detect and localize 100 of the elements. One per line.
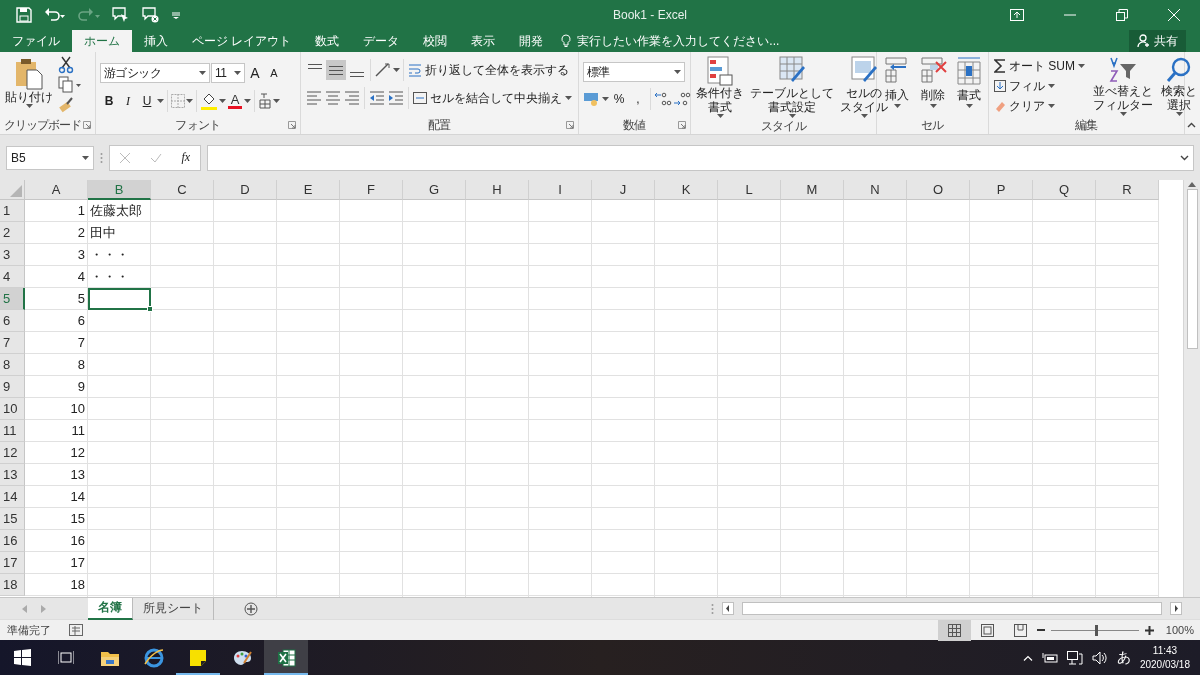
currency-icon[interactable]	[583, 91, 601, 107]
percent-button[interactable]: %	[610, 89, 628, 109]
name-box[interactable]: B5	[6, 145, 94, 170]
number-format-field[interactable]: 標準	[583, 62, 685, 82]
undo-icon[interactable]	[44, 7, 66, 23]
volume-icon[interactable]	[1091, 650, 1108, 665]
ribbon-tab[interactable]: 数式	[303, 30, 352, 52]
row-header[interactable]: 9	[0, 376, 25, 398]
column-header[interactable]: B	[88, 180, 151, 200]
column-header[interactable]: G	[403, 180, 466, 200]
ribbon-button[interactable]: セルを結合して中央揃え	[412, 88, 573, 108]
zoom-level[interactable]: 100%	[1154, 624, 1200, 636]
zoom-out-icon[interactable]	[1037, 626, 1045, 634]
column-header[interactable]: K	[655, 180, 718, 200]
insert-function-button[interactable]: fx	[181, 150, 191, 165]
save-icon[interactable]	[16, 7, 32, 23]
dialog-launcher-icon[interactable]	[288, 121, 296, 129]
ribbon-tab[interactable]: 表示	[459, 30, 508, 52]
row-header[interactable]: 5	[0, 288, 25, 310]
column-header[interactable]: A	[25, 180, 88, 200]
increase-indent-icon[interactable]	[387, 89, 405, 107]
cut-icon[interactable]	[58, 56, 74, 74]
zoom-in-icon[interactable]	[1145, 625, 1154, 635]
column-header[interactable]: D	[214, 180, 277, 200]
row-header[interactable]: 18	[0, 574, 25, 596]
row-header[interactable]: 16	[0, 530, 25, 552]
dialog-launcher-icon[interactable]	[83, 121, 91, 129]
ribbon-tab[interactable]: ページ レイアウト	[180, 30, 304, 52]
ribbon-button[interactable]: フィル	[993, 76, 1086, 96]
column-header[interactable]: P	[970, 180, 1033, 200]
dialog-launcher-icon[interactable]	[678, 121, 686, 129]
copy-icon[interactable]	[58, 76, 82, 94]
orientation-icon[interactable]	[374, 62, 392, 78]
battery-icon[interactable]	[1041, 651, 1058, 664]
ribbon-tab[interactable]: ホーム	[72, 30, 132, 52]
task-view-icon[interactable]	[58, 650, 74, 665]
ribbon-tab[interactable]: 校閲	[411, 30, 460, 52]
add-sheet-icon[interactable]	[244, 601, 258, 616]
row-header[interactable]: 7	[0, 332, 25, 354]
clock-time[interactable]: 11:43	[1152, 643, 1178, 658]
ribbon-button[interactable]: 削除	[917, 56, 949, 117]
ribbon-button[interactable]: 折り返して全体を表示する	[407, 60, 570, 80]
grow-font-button[interactable]: A	[246, 63, 264, 83]
font-size-field[interactable]: 11	[211, 63, 245, 83]
column-header[interactable]: C	[151, 180, 214, 200]
column-header[interactable]: O	[907, 180, 970, 200]
zoom-thumb[interactable]	[1095, 624, 1098, 636]
touch-mode-icon[interactable]	[112, 7, 130, 23]
ribbon-button[interactable]: 条件付き 書式	[695, 56, 745, 118]
ribbon-tab[interactable]: データ	[351, 30, 412, 52]
column-header[interactable]: J	[592, 180, 655, 200]
horizontal-scrollbar[interactable]	[742, 602, 1162, 615]
vertical-scrollbar[interactable]	[1183, 180, 1200, 597]
column-header[interactable]: I	[529, 180, 592, 200]
column-header[interactable]: Q	[1033, 180, 1096, 200]
increase-decimal-icon[interactable]	[654, 91, 672, 107]
row-header[interactable]: 8	[0, 354, 25, 376]
windows-start-icon[interactable]	[13, 649, 31, 666]
tell-me-field[interactable]: 実行したい作業を入力してください...	[575, 33, 826, 49]
middle-align-button[interactable]	[326, 60, 346, 80]
ribbon-button[interactable]: テーブルとして 書式設定	[749, 56, 835, 118]
ribbon-button[interactable]: オート SUM	[993, 56, 1086, 76]
normal-view-icon[interactable]	[938, 619, 971, 641]
ribbon-display-icon[interactable]	[1010, 9, 1024, 21]
sheet-tab[interactable]: 名簿	[88, 597, 133, 620]
show-hidden-icons-icon[interactable]	[1022, 654, 1033, 661]
scroll-up-icon[interactable]	[1188, 182, 1196, 187]
formula-field[interactable]	[207, 144, 1194, 171]
clock-date[interactable]: 2020/03/18	[1139, 657, 1190, 672]
share-button[interactable]: 共有	[1129, 30, 1186, 52]
column-header[interactable]: M	[781, 180, 844, 200]
touch-close-icon[interactable]	[142, 7, 160, 23]
ribbon-tab[interactable]: 挿入	[132, 30, 180, 52]
row-header[interactable]: 14	[0, 486, 25, 508]
format-painter-icon[interactable]	[58, 96, 74, 114]
ribbon-button[interactable]: 書式	[953, 56, 985, 117]
row-header[interactable]: 2	[0, 222, 25, 244]
fill-color-icon[interactable]	[200, 92, 218, 110]
scrollbar-thumb[interactable]	[1186, 189, 1198, 349]
dialog-launcher-icon[interactable]	[566, 121, 574, 129]
ribbon-button[interactable]: 並べ替えと フィルター	[1092, 56, 1154, 117]
comma-button[interactable]: ,	[629, 89, 647, 109]
row-header[interactable]: 15	[0, 508, 25, 530]
italic-button[interactable]: I	[119, 91, 137, 111]
close-icon[interactable]	[1168, 9, 1180, 21]
macro-record-icon[interactable]	[69, 624, 83, 636]
phonetic-icon[interactable]	[258, 93, 272, 109]
row-header[interactable]: 3	[0, 244, 25, 266]
ime-indicator[interactable]: あ	[1116, 648, 1131, 667]
selected-cell[interactable]	[88, 288, 151, 310]
column-header[interactable]: F	[340, 180, 403, 200]
drag-handle-icon[interactable]	[711, 602, 714, 615]
taskbar-button[interactable]	[264, 640, 308, 675]
font-name-field[interactable]: 游ゴシック	[100, 63, 210, 83]
row-header[interactable]: 11	[0, 420, 25, 442]
ribbon-tab[interactable]: 開発	[507, 30, 556, 52]
shrink-font-button[interactable]: A	[265, 63, 283, 83]
decrease-indent-icon[interactable]	[368, 89, 386, 107]
scroll-left-icon[interactable]	[722, 602, 734, 615]
font-color-button[interactable]: A	[227, 93, 243, 109]
